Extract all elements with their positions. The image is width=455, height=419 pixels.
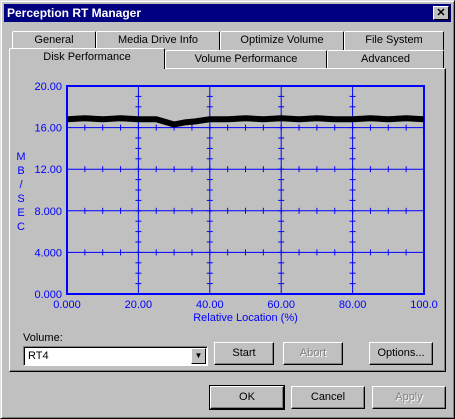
x-tick-label: 20.00 — [125, 299, 153, 311]
start-button[interactable]: Start — [214, 342, 274, 365]
x-tick-label: 100.0 — [410, 299, 438, 311]
start-button-label: Start — [232, 347, 256, 359]
apply-button-label: Apply — [395, 391, 423, 403]
options-button-label: Options... — [377, 347, 425, 359]
x-axis-title: Relative Location (%) — [193, 312, 298, 324]
dropdown-button[interactable]: ▼ — [191, 348, 206, 364]
ok-button-label: OK — [239, 391, 255, 403]
options-button[interactable]: Options... — [369, 342, 433, 365]
y-tick-label: 20.00 — [34, 81, 62, 93]
apply-button[interactable]: Apply — [372, 386, 446, 409]
y-tick-label: 0.000 — [34, 289, 62, 301]
volume-label: Volume: — [23, 332, 63, 344]
abort-button-label: Abort — [299, 347, 327, 359]
volume-select[interactable]: RT4 ▼ — [23, 346, 208, 366]
y-axis-title-char: M — [16, 151, 25, 163]
y-axis-title-char: C — [17, 221, 25, 233]
cancel-button-label: Cancel — [310, 391, 346, 403]
cancel-button[interactable]: Cancel — [291, 386, 365, 409]
ok-button[interactable]: OK — [209, 385, 285, 410]
y-tick-label: 16.00 — [34, 123, 62, 135]
x-tick-label: 80.00 — [339, 299, 367, 311]
performance-chart: 0.000 20.00 40.00 60.00 80.00 100.00.0004.000… — [16, 81, 438, 324]
y-axis-title-char: B — [17, 165, 24, 177]
x-tick-label: 40.00 — [196, 299, 224, 311]
y-axis-title-char: S — [17, 193, 24, 205]
x-tick-label: 60.00 — [267, 299, 295, 311]
y-axis-title-char: E — [17, 207, 24, 219]
volume-select-value: RT4 — [28, 350, 49, 362]
abort-button[interactable]: Abort — [283, 342, 343, 365]
y-tick-label: 12.00 — [34, 164, 62, 176]
y-tick-label: 8.000 — [34, 206, 62, 218]
chevron-down-icon: ▼ — [194, 351, 203, 360]
y-axis-title-char: / — [19, 179, 23, 191]
y-tick-label: 4.000 — [34, 247, 62, 259]
